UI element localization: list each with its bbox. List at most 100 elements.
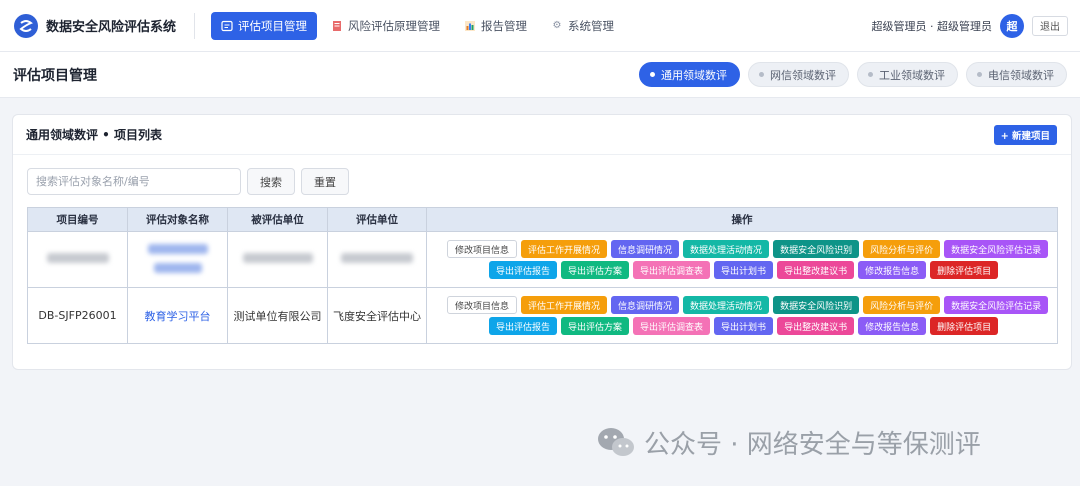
- export-plan-button[interactable]: 导出评估方案: [561, 317, 630, 335]
- cell-evaluated-unit: 测试单位有限公司: [227, 287, 328, 344]
- main-nav: 评估项目管理 风险评估原理管理 报告管理 ⚙ 系统管理: [211, 11, 624, 40]
- redacted-link: [147, 243, 208, 254]
- op-line: 修改项目信息 评估工作开展情况 信息调研情况 数据处理活动情况 数据安全风险识别…: [447, 240, 1057, 258]
- nav-label: 报告管理: [481, 18, 528, 33]
- table-row: DB-SJFP26001 教育学习平台 测试单位有限公司 飞度安全评估中心 修改…: [27, 287, 1058, 344]
- nav-item-report-management[interactable]: 报告管理: [454, 12, 537, 40]
- wechat-icon: [596, 426, 636, 460]
- export-schedule-button[interactable]: 导出计划书: [714, 317, 774, 335]
- reset-button[interactable]: 重置: [301, 168, 349, 195]
- dot-icon: [759, 72, 764, 77]
- risk-record-button[interactable]: 数据安全风险评估记录: [944, 296, 1049, 314]
- redacted-text: [242, 253, 313, 263]
- cell-object-name[interactable]: 教育学习平台: [127, 287, 228, 344]
- risk-identify-button[interactable]: 数据安全风险识别: [773, 296, 860, 314]
- bar-chart-icon: [464, 20, 476, 32]
- cell-project-id-redacted: [27, 231, 128, 288]
- tab-label: 电信领域数评: [988, 68, 1054, 82]
- nav-item-system-management[interactable]: ⚙ 系统管理: [541, 12, 624, 40]
- tab-cyber-domain[interactable]: 网信领域数评: [748, 62, 849, 87]
- cell-object-name-redacted[interactable]: [127, 231, 228, 288]
- cell-evaluator: 飞度安全评估中心: [327, 287, 427, 344]
- card-header: 通用领域数评 • 项目列表 + 新建项目: [13, 115, 1071, 155]
- work-status-button[interactable]: 评估工作开展情况: [521, 296, 608, 314]
- header-project-id: 项目编号: [27, 207, 128, 232]
- info-survey-button[interactable]: 信息调研情况: [611, 296, 680, 314]
- header-operations: 操作: [426, 207, 1058, 232]
- watermark: 公众号 · 网络安全与等保测评: [596, 424, 981, 461]
- risk-analysis-button[interactable]: 风险分析与评价: [863, 240, 941, 258]
- export-survey-button[interactable]: 导出评估调查表: [633, 317, 711, 335]
- new-project-button[interactable]: + 新建项目: [993, 124, 1057, 145]
- export-survey-button[interactable]: 导出评估调查表: [633, 261, 711, 279]
- table-header-row: 项目编号 评估对象名称 被评估单位 评估单位 操作: [27, 207, 1058, 232]
- export-report-button[interactable]: 导出评估报告: [489, 261, 558, 279]
- cell-project-id: DB-SJFP26001: [27, 287, 128, 344]
- domain-tabs: 通用领域数评 网信领域数评 工业领域数评 电信领域数评: [639, 62, 1067, 87]
- nav-item-project-management[interactable]: 评估项目管理: [211, 11, 318, 40]
- header-evaluator: 评估单位: [327, 207, 427, 232]
- edit-report-button[interactable]: 修改报告信息: [858, 261, 927, 279]
- header-evaluated-unit: 被评估单位: [227, 207, 328, 232]
- search-input[interactable]: [27, 168, 241, 195]
- tab-industrial-domain[interactable]: 工业领域数评: [857, 62, 958, 87]
- search-button[interactable]: 搜索: [247, 168, 295, 195]
- dot-icon: [650, 72, 655, 77]
- op-line: 导出评估报告 导出评估方案 导出评估调查表 导出计划书 导出整改建议书 修改报告…: [447, 261, 1057, 279]
- op-line: 导出评估报告 导出评估方案 导出评估调查表 导出计划书 导出整改建议书 修改报告…: [447, 317, 1057, 335]
- doc-icon: [221, 20, 233, 32]
- tab-label: 工业领域数评: [879, 68, 945, 82]
- logout-button[interactable]: 退出: [1032, 15, 1068, 36]
- app-title: 数据安全风险评估系统: [46, 20, 177, 35]
- table-row: 修改项目信息 评估工作开展情况 信息调研情况 数据处理活动情况 数据安全风险识别…: [27, 231, 1058, 288]
- header-divider: [194, 12, 196, 39]
- export-rectification-button[interactable]: 导出整改建议书: [777, 261, 855, 279]
- export-report-button[interactable]: 导出评估报告: [489, 317, 558, 335]
- info-survey-button[interactable]: 信息调研情况: [611, 240, 680, 258]
- edit-project-button[interactable]: 修改项目信息: [447, 296, 518, 314]
- user-label: 超级管理员 · 超级管理员: [871, 19, 993, 33]
- project-list-card: 通用领域数评 • 项目列表 + 新建项目 搜索 重置 项目编号 评估对象名称 被…: [12, 114, 1072, 370]
- nav-item-risk-principle[interactable]: 风险评估原理管理: [321, 12, 450, 40]
- page-header: 评估项目管理 通用领域数评 网信领域数评 工业领域数评 电信领域数评: [0, 52, 1080, 98]
- cell-unit-redacted: [227, 231, 328, 288]
- watermark-text: 公众号 · 网络安全与等保测评: [644, 430, 981, 460]
- edit-project-button[interactable]: 修改项目信息: [447, 240, 518, 258]
- data-activity-button[interactable]: 数据处理活动情况: [683, 296, 770, 314]
- nav-label: 系统管理: [568, 18, 615, 33]
- gear-icon: ⚙: [552, 20, 562, 31]
- user-area: 超级管理员 · 超级管理员 超 退出: [871, 13, 1068, 38]
- tab-label: 网信领域数评: [770, 68, 836, 82]
- project-table: 项目编号 评估对象名称 被评估单位 评估单位 操作 修改项目信息 评估工作开展情…: [27, 207, 1058, 344]
- nav-label: 风险评估原理管理: [348, 18, 441, 33]
- dot-icon: [868, 72, 873, 77]
- header-object-name: 评估对象名称: [127, 207, 228, 232]
- redacted-text: [46, 253, 109, 263]
- tab-general-domain[interactable]: 通用领域数评: [639, 62, 740, 87]
- risk-analysis-button[interactable]: 风险分析与评价: [863, 296, 941, 314]
- export-rectification-button[interactable]: 导出整改建议书: [777, 317, 855, 335]
- export-plan-button[interactable]: 导出评估方案: [561, 261, 630, 279]
- cell-operations: 修改项目信息 评估工作开展情况 信息调研情况 数据处理活动情况 数据安全风险识别…: [426, 287, 1058, 344]
- cell-evaluator-redacted: [327, 231, 427, 288]
- work-status-button[interactable]: 评估工作开展情况: [521, 240, 608, 258]
- op-line: 修改项目信息 评估工作开展情况 信息调研情况 数据处理活动情况 数据安全风险识别…: [447, 296, 1057, 314]
- risk-record-button[interactable]: 数据安全风险评估记录: [944, 240, 1049, 258]
- page-title: 评估项目管理: [13, 67, 97, 84]
- object-name-link[interactable]: 教育学习平台: [145, 310, 211, 323]
- delete-project-button[interactable]: 删除评估项目: [930, 317, 999, 335]
- delete-project-button[interactable]: 删除评估项目: [930, 261, 999, 279]
- book-icon: [331, 20, 343, 32]
- dot-icon: [977, 72, 982, 77]
- app-logo-icon: [14, 13, 38, 38]
- avatar[interactable]: 超: [1000, 13, 1024, 38]
- tab-label: 通用领域数评: [661, 68, 727, 82]
- data-activity-button[interactable]: 数据处理活动情况: [683, 240, 770, 258]
- top-bar: 数据安全风险评估系统 评估项目管理 风险评估原理管理 报告管理 ⚙ 系统管理 超…: [0, 0, 1080, 52]
- redacted-text: [341, 253, 413, 263]
- tab-telecom-domain[interactable]: 电信领域数评: [966, 62, 1067, 87]
- export-schedule-button[interactable]: 导出计划书: [714, 261, 774, 279]
- risk-identify-button[interactable]: 数据安全风险识别: [773, 240, 860, 258]
- edit-report-button[interactable]: 修改报告信息: [858, 317, 927, 335]
- nav-label: 评估项目管理: [238, 18, 308, 33]
